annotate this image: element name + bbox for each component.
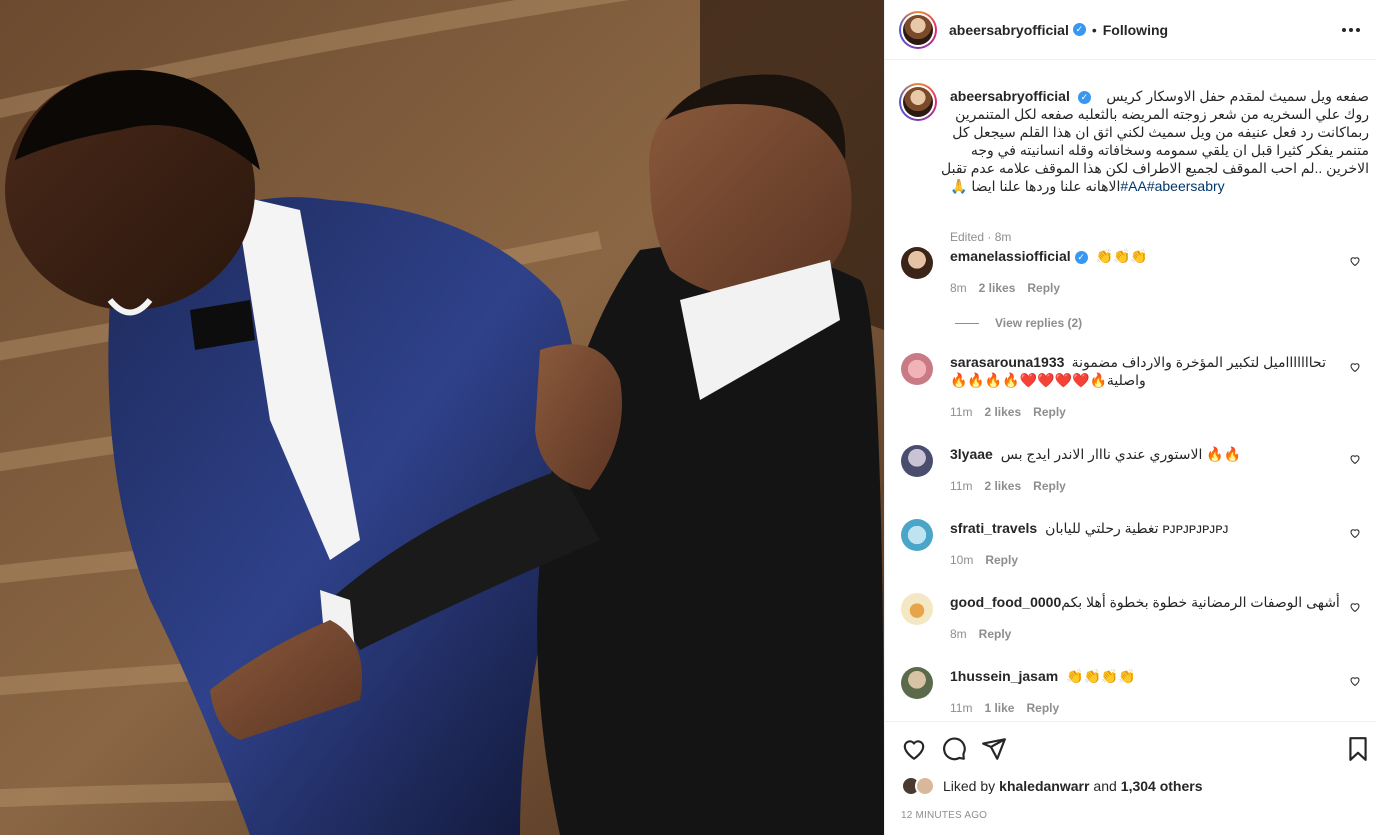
post-image[interactable]: [0, 0, 884, 835]
comment-username[interactable]: sarasarouna1933: [950, 353, 1064, 371]
comment-text: تحاااااااميل لتكبير المؤخرة والارداف مضم…: [1071, 354, 1326, 370]
author-avatar[interactable]: [899, 83, 937, 121]
comment-time: 10m: [950, 553, 974, 567]
caption-line-2: روك علي السخريه من شعر زوجته المريضه بال…: [955, 106, 1369, 122]
liked-by-row: Liked by khaledanwarr and 1,304 others: [901, 776, 1203, 796]
comment-text: تغطية رحلتي لليابان ᴘᴊᴘᴊᴘᴊᴘᴊᴘᴊ: [1045, 520, 1229, 536]
author-username[interactable]: abeersabryofficial: [949, 22, 1069, 38]
verified-badge-icon: ✓: [1074, 250, 1088, 264]
commenter-avatar[interactable]: [901, 353, 933, 385]
author-avatar[interactable]: [899, 10, 937, 49]
comment-text: 👏👏👏: [1095, 248, 1148, 264]
comment-username[interactable]: 3lyaae: [950, 446, 993, 462]
caption-line-4: متنمر يفكر كثيرا قبل ان يلقي سمومه وسخاف…: [970, 142, 1369, 158]
comments-scroll-area[interactable]: abeersabryofficial ✓ صفعه ويل سميث لمقدم …: [885, 61, 1376, 721]
comment-text: الاستوري عندي نااار الاندر ايدج بس 🔥🔥: [1000, 446, 1242, 462]
more-options-icon[interactable]: [1339, 18, 1363, 42]
comment-likes[interactable]: 2 likes: [984, 479, 1021, 493]
caption-username[interactable]: abeersabryofficial: [950, 88, 1070, 104]
view-replies-label: View replies (2): [995, 316, 1083, 330]
liked-by-prefix: Liked by: [943, 778, 996, 794]
comment-likes[interactable]: 2 likes: [979, 281, 1016, 295]
post-header: abeersabryofficial ✓ • Following: [885, 0, 1376, 60]
reply-button[interactable]: Reply: [1027, 281, 1060, 295]
comment-like-heart-icon[interactable]: [1349, 601, 1361, 613]
comment-time: 8m: [950, 281, 967, 295]
reply-button[interactable]: Reply: [985, 553, 1018, 567]
commenter-avatar[interactable]: [901, 247, 933, 279]
comment-like-heart-icon[interactable]: [1349, 453, 1361, 465]
caption-line-6: الاهانه علنا وردها علنا ايضا 🙏: [950, 178, 1121, 194]
comment-text: أشهى الوصفات الرمضانية خطوة بخطوة أهلا ب…: [1061, 594, 1340, 610]
comment-text-continued: واصلية🔥❤️❤️❤️❤️🔥🔥🔥🔥: [950, 372, 1146, 388]
comment-icon[interactable]: [941, 736, 967, 762]
commenter-avatar[interactable]: [901, 667, 933, 699]
post-actions: Liked by khaledanwarr and 1,304 others 1…: [885, 721, 1376, 835]
caption-meta: Edited · 8m: [950, 230, 1012, 244]
comment-time: 11m: [950, 479, 973, 493]
view-replies-button[interactable]: View replies (2): [955, 316, 1082, 330]
liked-by-and: and: [1093, 778, 1117, 794]
caption-line-1: صفعه ويل سميث لمقدم حفل الاوسكار كريس: [1106, 88, 1369, 104]
post-side-panel: abeersabryofficial ✓ • Following abeersa…: [884, 0, 1376, 835]
commenter-avatar[interactable]: [901, 445, 933, 477]
comment-time: 8m: [950, 627, 967, 641]
comment-like-heart-icon[interactable]: [1349, 675, 1361, 687]
comment-likes[interactable]: 2 likes: [984, 405, 1021, 419]
comment-username[interactable]: sfrati_travels: [950, 520, 1037, 536]
reply-button[interactable]: Reply: [1033, 479, 1066, 493]
commenter-avatar[interactable]: [901, 593, 933, 625]
comment-like-heart-icon[interactable]: [1349, 527, 1361, 539]
comment-username[interactable]: 1hussein_jasam: [950, 668, 1058, 684]
separator-dot: •: [1091, 21, 1097, 38]
caption-hashtags[interactable]: #AA#abeersabry: [1120, 178, 1224, 194]
comment-username[interactable]: good_food_0000: [950, 593, 1061, 611]
following-button[interactable]: Following: [1103, 22, 1168, 38]
comment-time: 11m: [950, 701, 973, 715]
liked-by-user[interactable]: khaledanwarr: [999, 778, 1089, 794]
caption-line-3: ربماكانت رد فعل عنيفه من ويل سميث لكني ا…: [952, 124, 1369, 140]
post-time-ago[interactable]: 12 MINUTES AGO: [901, 810, 987, 821]
verified-badge-icon: ✓: [1077, 90, 1091, 104]
share-icon[interactable]: [981, 736, 1007, 762]
reply-button[interactable]: Reply: [979, 627, 1012, 641]
comment-time: 11m: [950, 405, 973, 419]
bookmark-icon[interactable]: [1345, 736, 1371, 762]
liked-by-others[interactable]: 1,304 others: [1121, 778, 1203, 794]
comment-like-heart-icon[interactable]: [1349, 361, 1361, 373]
verified-badge-icon: ✓: [1072, 23, 1086, 36]
reply-button[interactable]: Reply: [1026, 701, 1059, 715]
commenter-avatar[interactable]: [901, 519, 933, 551]
liker-avatar[interactable]: [915, 776, 935, 796]
caption-line-5: الاخرين ..لم احب الموقف لجميع الاطراف لك…: [941, 160, 1369, 176]
heart-icon[interactable]: [901, 736, 927, 762]
comment-likes[interactable]: 1 like: [984, 701, 1014, 715]
reply-button[interactable]: Reply: [1033, 405, 1066, 419]
comment-username[interactable]: emanelassiofficial: [950, 248, 1071, 264]
comment-text: 👏👏👏👏: [1066, 668, 1136, 684]
comment-like-heart-icon[interactable]: [1349, 255, 1361, 267]
